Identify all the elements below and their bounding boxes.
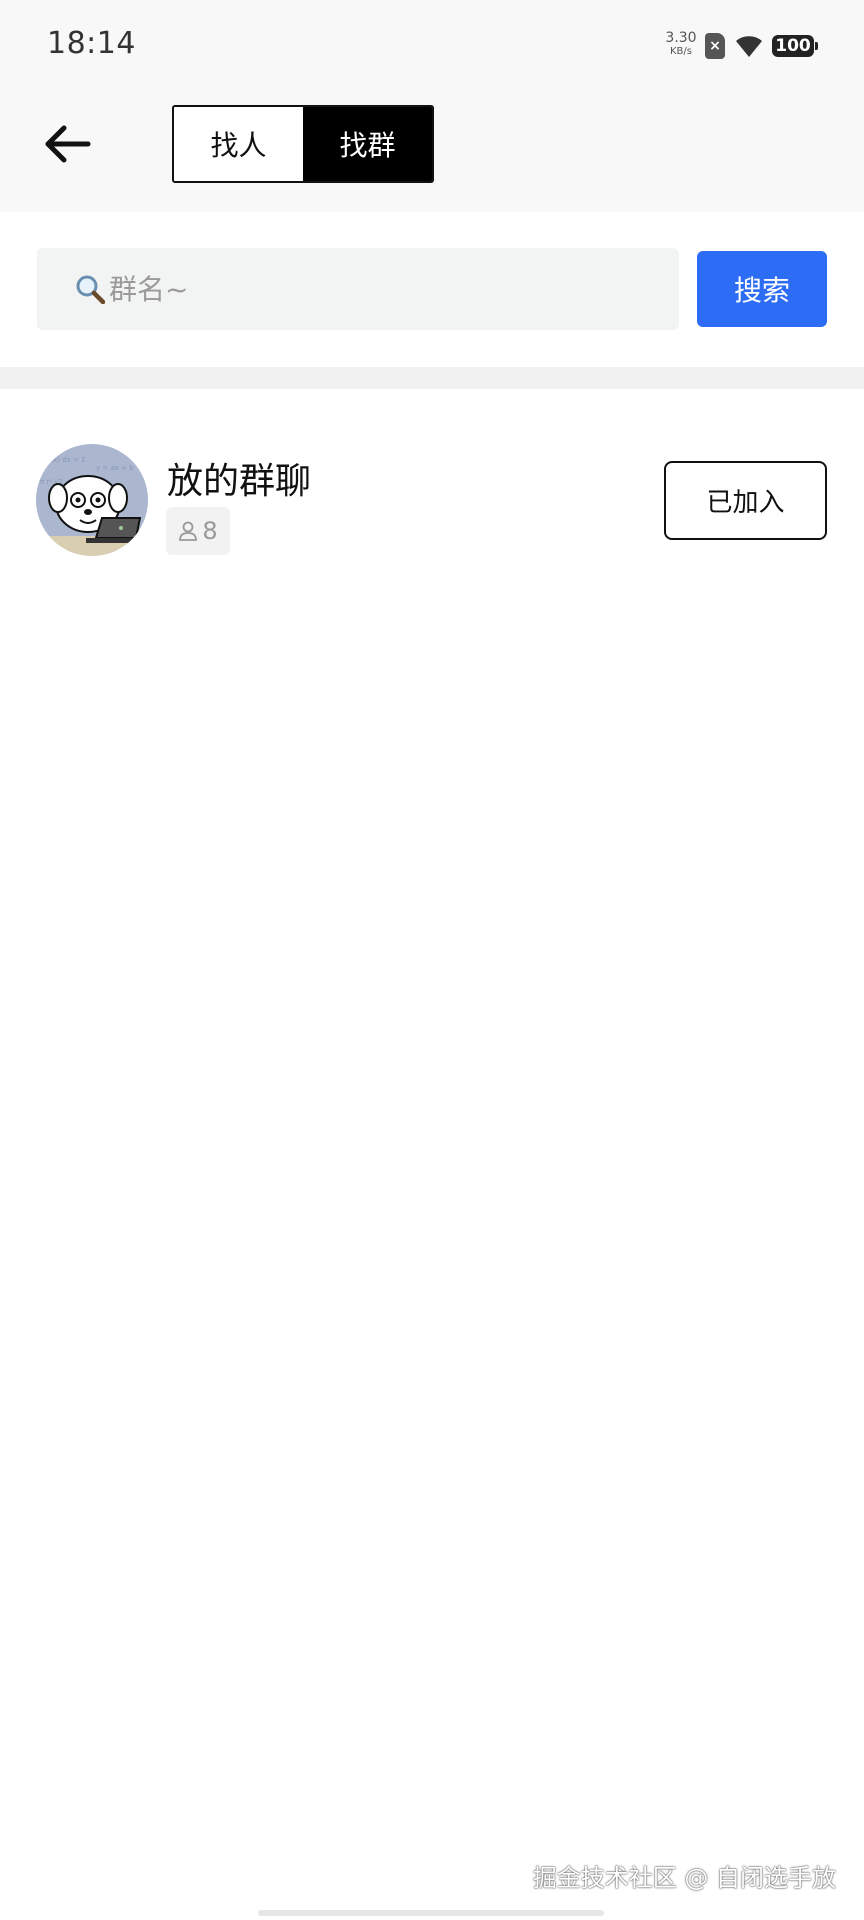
arrow-left-icon: [45, 125, 91, 163]
group-avatar: ∫ f(x) dx = Σ y = ax + b π r² √2: [36, 444, 148, 556]
sim-disabled-icon: ×: [705, 33, 725, 59]
network-speed: 3.30 KB/s: [664, 30, 698, 58]
home-indicator[interactable]: [258, 1910, 604, 1916]
search-type-switch: 找人 找群: [172, 105, 434, 183]
tab-find-people[interactable]: 找人: [174, 107, 303, 181]
search-box: [37, 248, 679, 330]
search-button[interactable]: 搜索: [697, 251, 827, 327]
network-speed-value: 3.30: [665, 30, 697, 46]
wifi-icon: [736, 36, 762, 57]
magnifier-icon: [76, 275, 105, 304]
section-divider: [0, 367, 864, 389]
network-speed-unit: KB/s: [670, 46, 692, 57]
member-count: 8: [202, 517, 218, 545]
person-icon: [179, 521, 198, 541]
joined-button[interactable]: 已加入: [664, 461, 827, 540]
battery-level: 100: [775, 36, 811, 56]
group-name: 放的群聊: [167, 461, 312, 502]
watermark: 掘金技术社区 @ 自闭选手放: [532, 1864, 836, 1892]
battery-icon: 100: [772, 35, 818, 57]
member-count-badge: 8: [166, 507, 230, 555]
search-input[interactable]: [107, 271, 651, 307]
back-button[interactable]: [38, 116, 98, 176]
dog-avatar-image: ∫ f(x) dx = Σ y = ax + b π r² √2: [36, 444, 148, 556]
svg-text:y = ax + b: y = ax + b: [96, 464, 134, 472]
tab-find-groups[interactable]: 找群: [303, 107, 432, 181]
status-time: 18:14: [47, 26, 136, 61]
